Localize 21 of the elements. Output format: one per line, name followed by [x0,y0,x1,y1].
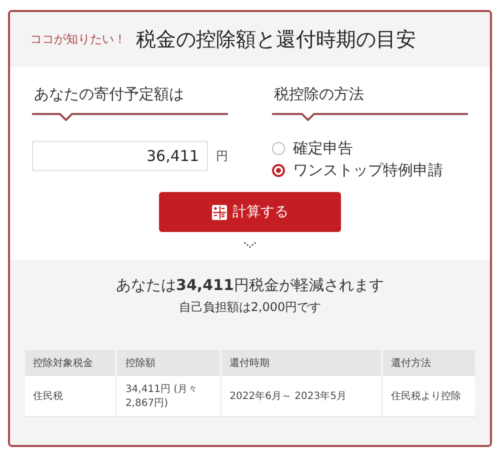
table-cell: 34,411円 (月々 2,867円) [117,376,220,417]
radio-option[interactable]: 確定申告 [272,139,468,158]
chevron-dots-icon [244,242,256,248]
result-subline: 自己負担額は2,000円です [178,299,322,316]
yen-unit: 円 [216,148,228,164]
calculate-button[interactable]: 計算する [159,192,341,232]
column-header: 控除対象税金 [25,350,116,376]
calculator-icon [212,204,226,220]
result-headline: あなたは34,411円税金が軽減されます [116,276,384,295]
donation-input[interactable]: 36,411 [32,141,208,171]
column-header: 還付方法 [382,350,475,376]
table-cell: 住民税より控除 [382,376,475,417]
table-cell: 住民税 [25,376,116,417]
table-cell: 2022年6月～ 2023年5月 [222,376,381,417]
radio-option[interactable]: ワンストップ特例申請 [272,161,468,180]
column-header: 控除額 [117,350,220,376]
header-tagline: ココが知りたい！ [30,31,126,48]
column-header: 還付時期 [222,350,381,376]
card-title: 税金の控除額と還付時期の目安 [136,26,416,53]
method-label: 税控除の方法 [273,84,365,105]
donation-label: あなたの寄付予定額は [33,84,185,105]
